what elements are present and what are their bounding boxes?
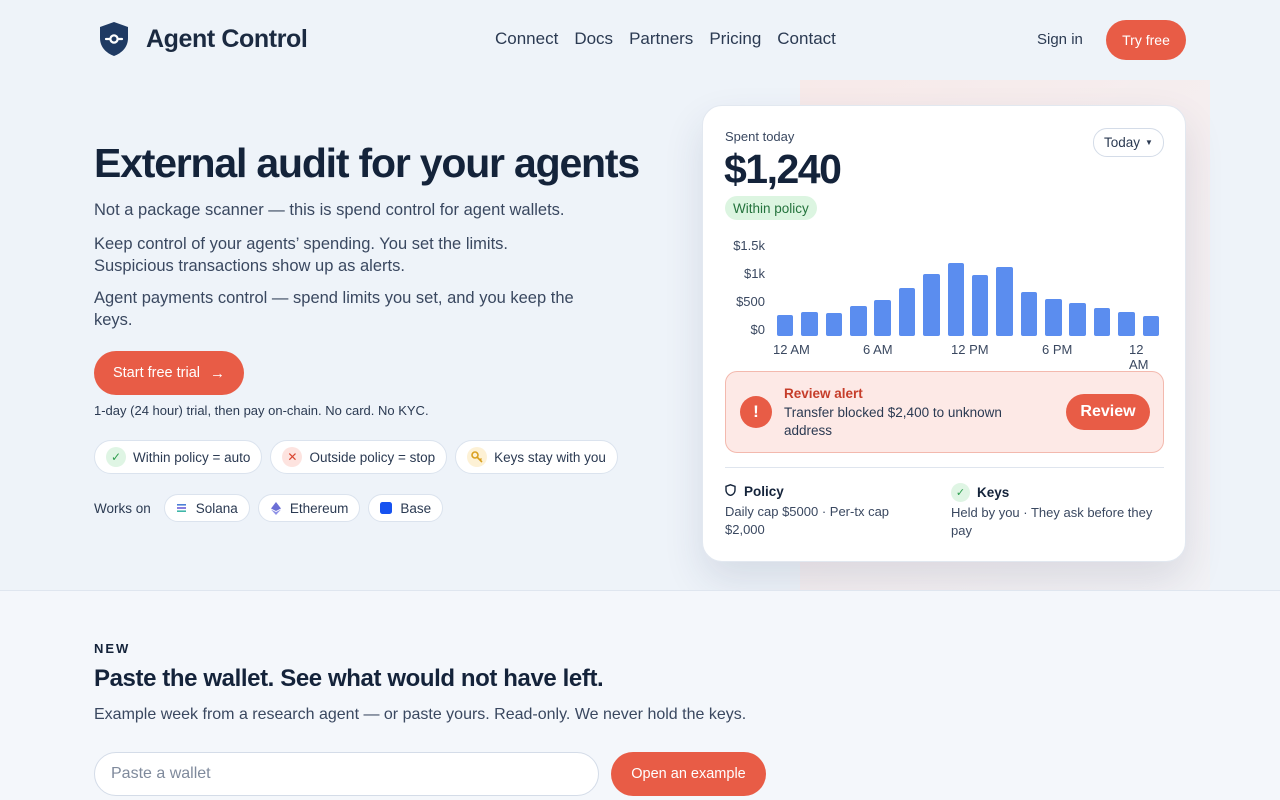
nav-link-pricing[interactable]: Pricing <box>709 29 761 49</box>
network-label: Solana <box>195 500 238 516</box>
trial-note: 1-day (24 hour) trial, then pay on-chain… <box>94 403 429 418</box>
chart-bar <box>1118 311 1135 336</box>
hero-description: Keep control of your agents’ spending. Y… <box>94 235 508 275</box>
new-tag: NEW <box>94 641 131 656</box>
network-label: Base <box>400 500 432 516</box>
policy-text: Daily cap $5000 · Per-tx cap $2,000 <box>725 504 890 537</box>
arrow-right-icon: → <box>210 364 226 382</box>
keys-title: Keys <box>977 485 1010 500</box>
chart-bar <box>971 275 989 336</box>
y-tick-label: $500 <box>736 294 765 309</box>
network-ethereum[interactable]: Ethereum <box>257 494 361 522</box>
policy-title: Policy <box>744 484 784 499</box>
chart-bar <box>1142 316 1160 336</box>
x-tick-label: 12 AM <box>773 342 810 357</box>
network-label: Ethereum <box>289 500 349 516</box>
alert-icon: ! <box>740 396 772 428</box>
chart-bar <box>776 315 794 336</box>
check-icon: ✓ <box>951 483 970 502</box>
brand[interactable]: Agent Control <box>98 21 308 57</box>
y-tick-label: $0 <box>750 322 765 337</box>
status-badge: Within policy <box>725 196 817 220</box>
chart-bar <box>801 311 818 336</box>
alert-text: Transfer blocked $2,400 to unknown addre… <box>784 405 1002 438</box>
x-tick-label: 6 AM <box>863 342 893 357</box>
nav-link-partners[interactable]: Partners <box>629 29 693 49</box>
chart-bar <box>996 266 1013 336</box>
x-tick-label: 12 PM <box>951 342 989 357</box>
section-subtitle: Example week from a research agent — or … <box>94 706 747 723</box>
hero-description-2: Agent payments control — spend limits yo… <box>94 289 574 329</box>
key-icon <box>467 447 488 467</box>
spend-card: Spent today $1,240 Within policy Today ▼… <box>702 105 1186 562</box>
chart-bar <box>874 299 891 336</box>
chart-bar <box>850 305 867 336</box>
section-title: Paste the wallet. See what would not hav… <box>94 665 604 692</box>
nav-link-connect[interactable]: Connect <box>495 29 558 49</box>
alert-title: Review alert <box>784 386 863 401</box>
chart-bar <box>825 312 843 336</box>
x-tick-label: 6 PM <box>1042 342 1073 357</box>
brand-name: Agent Control <box>146 24 308 53</box>
network-base[interactable]: Base <box>368 494 444 522</box>
nav-links: Connect Docs Partners Pricing Contact <box>495 29 852 49</box>
y-tick-label: $1k <box>744 266 765 281</box>
wallet-input[interactable] <box>94 752 599 796</box>
chip-label: Outside policy = stop <box>309 449 436 465</box>
caret-down-icon: ▼ <box>1145 138 1153 147</box>
chart-bar <box>923 274 940 336</box>
divider <box>725 467 1164 468</box>
chip-label: Keys stay with you <box>494 449 606 465</box>
hero-title: External audit for your agents <box>94 140 640 186</box>
chip-within-policy: ✓ Within policy = auto <box>94 440 263 474</box>
open-example-button[interactable]: Open an example <box>611 752 766 796</box>
chip-outside-policy: ✕ Outside policy = stop <box>270 440 448 474</box>
feature-chips: ✓ Within policy = auto ✕ Outside policy … <box>94 440 618 474</box>
keys-text: Held by you · They ask before they pay <box>951 505 1153 538</box>
sign-in-link[interactable]: Sign in <box>1037 31 1083 48</box>
hero-subtitle: Not a package scanner — this is spend co… <box>94 201 565 219</box>
network-solana[interactable]: Solana <box>163 494 250 522</box>
chart-bar <box>898 288 916 336</box>
spent-value: $1,240 <box>724 146 842 192</box>
spent-label: Spent today <box>725 129 795 144</box>
chart-bar <box>1069 303 1086 336</box>
chip-label: Within policy = auto <box>133 449 251 465</box>
nav-link-docs[interactable]: Docs <box>574 29 613 49</box>
try-free-button[interactable]: Try free <box>1106 20 1186 60</box>
cta-label: Start free trial <box>112 365 201 381</box>
shield-logo-icon <box>100 22 128 56</box>
ethereum-icon <box>270 501 282 515</box>
review-button[interactable]: Review <box>1066 394 1150 430</box>
x-icon: ✕ <box>282 447 303 467</box>
keys-heading: ✓ Keys <box>951 483 1009 502</box>
chart-bar <box>1093 308 1111 336</box>
works-on-row: Works on Solana Ethereum Base <box>94 494 451 522</box>
y-tick-label: $1.5k <box>733 238 765 253</box>
start-free-trial-button[interactable]: Start free trial → <box>94 351 244 395</box>
chart-bar <box>1045 298 1062 336</box>
check-icon: ✓ <box>106 447 126 467</box>
wallet-section: NEW Paste the wallet. See what would not… <box>0 590 1280 800</box>
nav-link-contact[interactable]: Contact <box>777 29 836 49</box>
base-icon <box>380 502 393 514</box>
policy-heading: Policy <box>725 484 784 499</box>
review-alert: ! Review alert Transfer blocked $2,400 t… <box>725 371 1164 453</box>
top-nav: Agent Control Connect Docs Partners Pric… <box>0 0 1280 80</box>
spend-chart: $1.5k $1k $500 $0 12 AM 6 AM 12 PM 6 PM 12 AM <box>725 234 1165 372</box>
shield-icon <box>725 484 736 499</box>
chip-keys: Keys stay with you <box>455 440 618 474</box>
x-tick-label: 12 AM <box>1129 342 1149 372</box>
chart-bar <box>947 262 965 336</box>
solana-icon <box>176 502 188 514</box>
chart-bar <box>1020 292 1038 336</box>
period-select[interactable]: Today ▼ <box>1093 128 1164 157</box>
period-label: Today <box>1104 135 1141 150</box>
works-on-label: Works on <box>94 500 151 516</box>
